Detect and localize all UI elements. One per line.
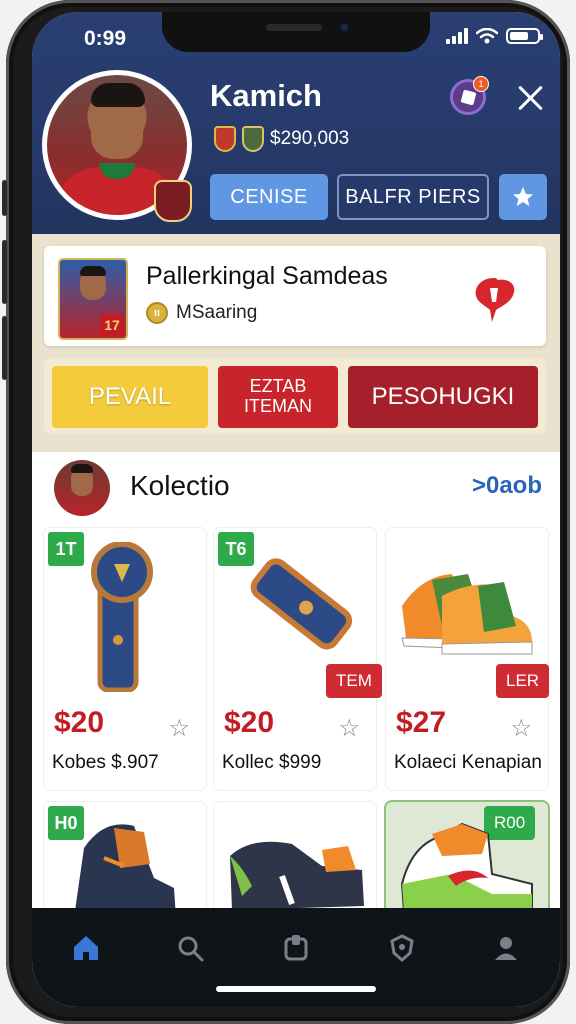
wifi-icon — [476, 28, 498, 44]
promo-card[interactable]: 17 Pallerkingal Samdeas ıı MSaaring — [44, 246, 546, 346]
collection-item[interactable] — [214, 802, 376, 922]
card-number: 17 — [100, 314, 124, 336]
collection-item[interactable]: 1T $20 ☆ Kobes $.907 — [44, 528, 206, 790]
favorite-star-icon[interactable]: ☆ — [338, 714, 360, 743]
wallet-row: $290,003 — [214, 126, 349, 152]
battery-icon — [506, 28, 543, 44]
nav-collection[interactable] — [276, 928, 316, 968]
collection-item[interactable]: H0 — [44, 802, 206, 922]
volume-up-button — [2, 240, 7, 304]
item-name: Kobes $.907 — [52, 752, 159, 773]
favorite-star-icon[interactable]: ☆ — [168, 714, 190, 743]
item-image — [74, 824, 176, 918]
item-image — [401, 574, 533, 655]
club-crest-icon — [154, 180, 192, 222]
notch — [162, 12, 430, 52]
favorite-star-button[interactable] — [499, 174, 547, 220]
collection-section: Kolectio >0aob 1T $20 ☆ Kobes $.907 T6 T… — [32, 452, 560, 922]
home-indicator — [216, 986, 376, 992]
collection-icon — [284, 935, 308, 961]
promo-action-1[interactable]: PEVAIL — [52, 366, 208, 428]
secondary-action-button[interactable]: BALFR PIERS — [337, 174, 489, 220]
profile-avatar[interactable] — [42, 70, 192, 222]
item-price: $27 — [396, 706, 447, 739]
favorite-star-icon[interactable]: ☆ — [510, 714, 532, 743]
promo-action-2[interactable]: EZTAB ITEMAN — [218, 366, 338, 428]
close-icon[interactable] — [514, 82, 546, 114]
brand-logo-icon — [475, 278, 515, 322]
gem-notification-icon[interactable]: 1 — [450, 76, 489, 115]
nav-badge[interactable] — [382, 928, 422, 968]
promo-actions: PEVAIL EZTAB ITEMAN PESOHUGKI — [44, 358, 546, 434]
username: Kamich — [210, 78, 322, 113]
rank-shield-icon — [214, 126, 236, 152]
screen: 0:99 Kamich $290,003 1 CENISE BALFR PIER… — [32, 12, 560, 1007]
nav-home[interactable] — [66, 928, 106, 968]
item-price: $20 — [224, 706, 275, 739]
item-image — [250, 558, 353, 650]
camera — [338, 21, 351, 34]
promo-subtitle: MSaaring — [176, 302, 258, 323]
primary-action-button[interactable]: CENISE — [210, 174, 328, 220]
speaker — [266, 24, 322, 31]
item-tag: 1T — [48, 532, 84, 566]
promo-subtitle-row: ıı MSaaring — [146, 302, 257, 324]
badge-icon — [390, 934, 414, 962]
star-icon — [513, 187, 533, 207]
phone-frame: 0:99 Kamich $290,003 1 CENISE BALFR PIER… — [2, 0, 570, 1024]
nav-search[interactable] — [170, 928, 210, 968]
volume-down-button — [2, 316, 7, 380]
item-image — [400, 822, 533, 921]
status-icons — [446, 28, 543, 44]
item-image — [91, 542, 153, 692]
item-corner-label: LER — [496, 664, 550, 698]
signal-icon — [446, 28, 468, 44]
collection-more-link[interactable]: >0aob — [472, 472, 542, 500]
collection-item[interactable]: T6 TEM $20 ☆ Kollec $999 — [214, 528, 382, 790]
item-name: Kolaeci Kenapian — [394, 752, 542, 773]
mute-switch — [2, 180, 7, 216]
promo-title: Pallerkingal Samdeas — [146, 262, 388, 290]
item-corner-label: TEM — [326, 664, 382, 698]
bottom-nav — [32, 908, 560, 1007]
home-icon — [74, 936, 98, 960]
item-price: $20 — [54, 706, 105, 739]
collection-item[interactable]: LER $27 ☆ Kolaeci Kenapian — [386, 528, 550, 790]
collection-item[interactable]: R00 — [386, 802, 548, 922]
status-time: 0:99 — [84, 27, 127, 50]
item-name: Kollec $999 — [222, 752, 322, 773]
collection-avatar — [54, 460, 110, 516]
profile-icon — [495, 937, 517, 960]
promo-action-3[interactable]: PESOHUGKI — [348, 366, 538, 428]
search-icon — [178, 936, 204, 962]
coin-icon: ıı — [146, 302, 168, 324]
level-shield-icon — [242, 126, 264, 152]
promo-section: 17 Pallerkingal Samdeas ıı MSaaring PEVA… — [32, 234, 560, 452]
collection-title: Kolectio — [130, 470, 230, 501]
nav-profile[interactable] — [486, 928, 526, 968]
notification-badge: 1 — [473, 76, 489, 92]
balance: $290,003 — [270, 128, 350, 149]
player-card-thumbnail: 17 — [58, 258, 128, 340]
